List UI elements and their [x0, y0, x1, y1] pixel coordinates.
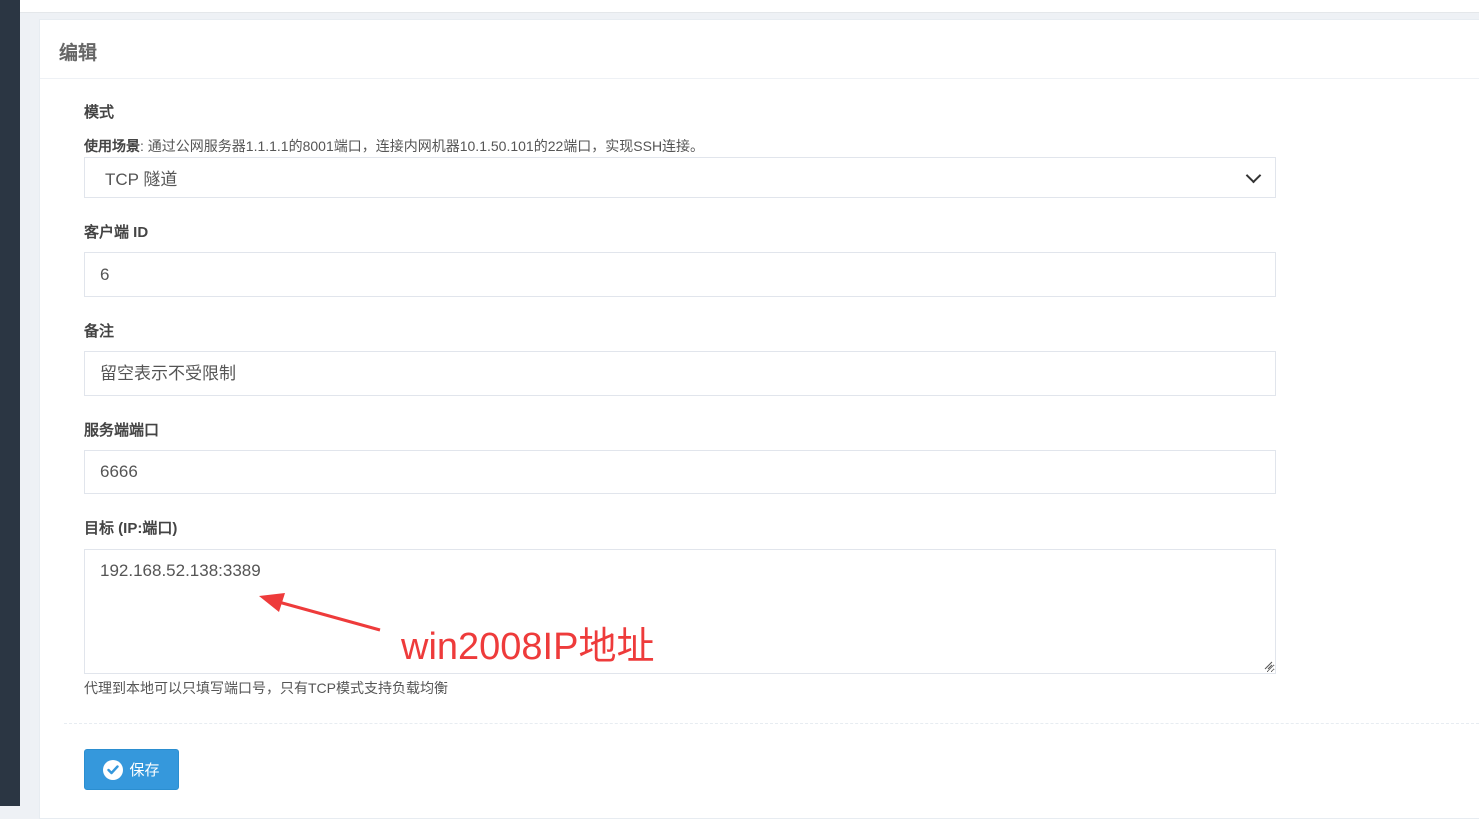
remark-input[interactable]: [84, 351, 1276, 396]
target-label: 目标 (IP:端口): [84, 520, 178, 537]
client-id-input[interactable]: [84, 252, 1276, 297]
mode-select-value: TCP 隧道: [105, 170, 178, 189]
panel-divider: [40, 78, 1479, 79]
mode-select[interactable]: TCP 隧道: [84, 157, 1276, 198]
form-actions-divider: [64, 723, 1479, 724]
target-help-text: 代理到本地可以只填写端口号，只有TCP模式支持负载均衡: [84, 680, 448, 696]
sidebar-strip: [0, 0, 20, 806]
save-button-label: 保存: [129, 762, 160, 779]
client-id-label: 客户端 ID: [84, 224, 149, 241]
annotation-text: win2008IP地址: [401, 626, 655, 668]
server-port-label: 服务端端口: [84, 422, 160, 439]
save-button[interactable]: 保存: [84, 749, 179, 790]
chevron-down-icon: [1245, 167, 1262, 183]
usage-hint: 使用场景: 通过公网服务器1.1.1.1的8001端口，连接内网机器10.1.5…: [84, 136, 704, 156]
annotation-arrow-icon: [259, 593, 381, 632]
server-port-input[interactable]: [84, 450, 1276, 494]
resize-grip-icon[interactable]: [1263, 660, 1273, 670]
usage-hint-label: 使用场景: [84, 138, 140, 154]
remark-label: 备注: [84, 323, 115, 340]
usage-hint-text: : 通过公网服务器1.1.1.1的8001端口，连接内网机器10.1.50.10…: [140, 138, 705, 154]
mode-label: 模式: [84, 104, 115, 121]
panel-title: 编辑: [59, 43, 98, 64]
top-bar: [20, 0, 1479, 13]
check-circle-icon: [103, 759, 124, 780]
